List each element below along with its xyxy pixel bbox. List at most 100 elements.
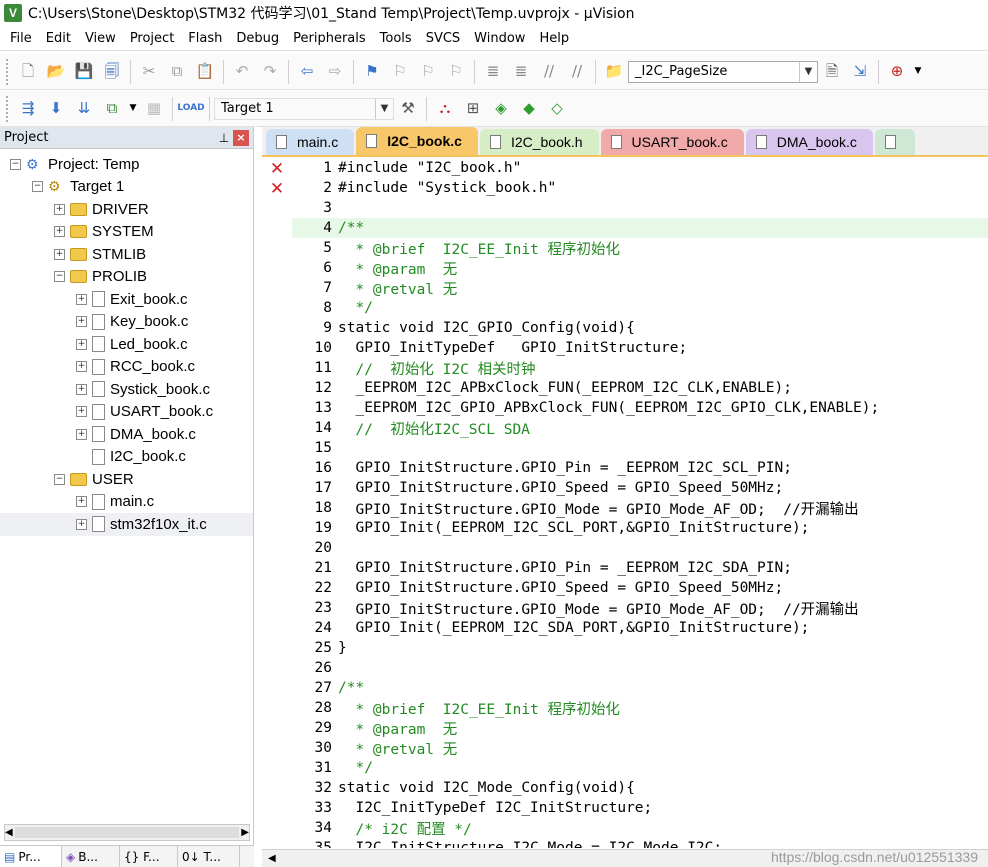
code-line[interactable]: 3 bbox=[292, 198, 988, 218]
code-line[interactable]: 21 GPIO_InitStructure.GPIO_Pin = _EEPROM… bbox=[292, 558, 988, 578]
scrollbar-thumb[interactable] bbox=[14, 827, 240, 838]
chevron-down-icon[interactable]: ▼ bbox=[799, 61, 817, 82]
error-marker-icon[interactable]: ✕ bbox=[269, 181, 285, 198]
tree-item[interactable]: − ⚙ Project: Temp bbox=[0, 153, 253, 176]
code-line[interactable]: 35 I2C_InitStructure.I2C_Mode = I2C_Mode… bbox=[292, 838, 988, 848]
code-line[interactable]: 23 GPIO_InitStructure.GPIO_Mode = GPIO_M… bbox=[292, 598, 988, 618]
code-line[interactable]: 33 I2C_InitTypeDef I2C_InitStructure; bbox=[292, 798, 988, 818]
expand-toggle-icon[interactable]: + bbox=[76, 316, 87, 328]
target-options-icon[interactable]: ⚒ bbox=[396, 97, 420, 121]
expand-toggle-icon[interactable]: + bbox=[54, 226, 65, 238]
navigate-forward-icon[interactable]: ⇨ bbox=[323, 60, 347, 84]
tree-item[interactable]: + DRIVER bbox=[0, 198, 253, 221]
manage-multi-project-icon[interactable]: ⊞ bbox=[461, 97, 485, 121]
manage-components-icon[interactable]: ◈ bbox=[489, 97, 513, 121]
dropdown-arrow-icon[interactable]: ▼ bbox=[913, 60, 923, 84]
new-file-icon[interactable]: 🗋 bbox=[16, 60, 40, 84]
file-extensions-icon[interactable]: ⛬ bbox=[433, 97, 457, 121]
find-in-files-icon[interactable]: 📁 bbox=[602, 60, 626, 84]
menu-file[interactable]: File bbox=[3, 31, 39, 46]
code-line[interactable]: 4 /** bbox=[292, 218, 988, 238]
copy-icon[interactable]: ⧉ bbox=[165, 60, 189, 84]
code-line[interactable]: 12 _EEPROM_I2C_APBxClock_FUN(_EEPROM_I2C… bbox=[292, 378, 988, 398]
menu-view[interactable]: View bbox=[78, 31, 123, 46]
menu-flash[interactable]: Flash bbox=[181, 31, 229, 46]
error-marker-icon[interactable]: ✕ bbox=[269, 161, 285, 178]
code-line[interactable]: 10 GPIO_InitTypeDef GPIO_InitStructure; bbox=[292, 338, 988, 358]
target-combo[interactable]: Target 1 ▼ bbox=[214, 97, 394, 120]
code-line[interactable]: 27 /** bbox=[292, 678, 988, 698]
code-line[interactable]: 19 GPIO_Init(_EEPROM_I2C_SCL_PORT,&GPIO_… bbox=[292, 518, 988, 538]
tree-item[interactable]: + main.c bbox=[0, 491, 253, 514]
select-packs-icon[interactable]: ◆ bbox=[517, 97, 541, 121]
editor-tab[interactable] bbox=[874, 129, 915, 155]
scroll-right-icon[interactable]: ▶ bbox=[241, 827, 249, 838]
find-icon[interactable]: 🗎 bbox=[820, 60, 844, 84]
code-line[interactable]: 26 bbox=[292, 658, 988, 678]
code-line[interactable]: 34 /* i2C 配置 */ bbox=[292, 818, 988, 838]
expand-toggle-icon[interactable]: + bbox=[76, 406, 87, 418]
tab-project[interactable]: ▤ Pr... bbox=[0, 846, 62, 867]
prev-bookmark-icon[interactable]: ⚐ bbox=[388, 60, 412, 84]
code-line[interactable]: 20 bbox=[292, 538, 988, 558]
menu-help[interactable]: Help bbox=[532, 31, 576, 46]
code-line[interactable]: 2 #include "Systick_book.h" bbox=[292, 178, 988, 198]
code-view[interactable]: 1 #include "I2C_book.h" 2 #include "Systick… bbox=[292, 158, 988, 848]
expand-toggle-icon[interactable]: + bbox=[54, 248, 65, 260]
expand-toggle-icon[interactable]: + bbox=[76, 496, 87, 508]
editor-tab[interactable]: USART_book.c bbox=[600, 129, 744, 155]
expand-toggle-icon[interactable]: + bbox=[76, 293, 87, 305]
tree-item[interactable]: + USART_book.c bbox=[0, 401, 253, 424]
expand-toggle-icon[interactable]: − bbox=[10, 158, 21, 170]
code-line[interactable]: 18 GPIO_InitStructure.GPIO_Mode = GPIO_M… bbox=[292, 498, 988, 518]
find-combo[interactable]: _I2C_PageSize ▼ bbox=[628, 60, 818, 83]
menu-debug[interactable]: Debug bbox=[229, 31, 286, 46]
navigate-back-icon[interactable]: ⇦ bbox=[295, 60, 319, 84]
menu-svcs[interactable]: SVCS bbox=[419, 31, 467, 46]
editor-tab[interactable]: I2C_book.c bbox=[356, 127, 478, 155]
tab-templates[interactable]: 0↓ T... bbox=[178, 846, 240, 867]
chevron-down-icon[interactable]: ▼ bbox=[375, 98, 393, 119]
code-line[interactable]: 1 #include "I2C_book.h" bbox=[292, 158, 988, 178]
rebuild-icon[interactable]: ⇊ bbox=[72, 97, 96, 121]
paste-icon[interactable]: 📋 bbox=[193, 60, 217, 84]
editor-tab[interactable]: I2C_book.h bbox=[479, 129, 599, 155]
load-flash-icon[interactable]: LOAD bbox=[177, 97, 204, 121]
expand-toggle-icon[interactable]: + bbox=[76, 518, 87, 530]
menu-peripherals[interactable]: Peripherals bbox=[286, 31, 373, 46]
code-line[interactable]: 7 * @retval 无 bbox=[292, 278, 988, 298]
menu-tools[interactable]: Tools bbox=[373, 31, 419, 46]
tree-item[interactable]: + DMA_book.c bbox=[0, 423, 253, 446]
open-folder-icon[interactable]: 📂 bbox=[44, 60, 68, 84]
tree-item[interactable]: + stm32f10x_it.c bbox=[0, 513, 253, 536]
build-icon[interactable]: ⬇ bbox=[44, 97, 68, 121]
editor-gutter[interactable]: ✕ ✕ bbox=[262, 159, 292, 849]
save-all-icon[interactable]: 🗐 bbox=[100, 60, 124, 84]
redo-icon[interactable]: ↷ bbox=[258, 60, 282, 84]
scroll-left-icon[interactable]: ◀ bbox=[5, 827, 13, 838]
code-line[interactable]: 14 // 初始化I2C_SCL SDA bbox=[292, 418, 988, 438]
code-line[interactable]: 30 * @retval 无 bbox=[292, 738, 988, 758]
horizontal-scrollbar[interactable]: ◀ ▶ bbox=[4, 824, 250, 841]
code-line[interactable]: 29 * @param 无 bbox=[292, 718, 988, 738]
expand-toggle-icon[interactable]: + bbox=[54, 203, 65, 215]
code-line[interactable]: 11 // 初始化 I2C 相关时钟 bbox=[292, 358, 988, 378]
code-line[interactable]: 9 static void I2C_GPIO_Config(void){ bbox=[292, 318, 988, 338]
scroll-left-icon[interactable]: ◀ bbox=[268, 853, 276, 864]
editor-tab[interactable]: main.c bbox=[266, 129, 355, 155]
code-line[interactable]: 32 static void I2C_Mode_Config(void){ bbox=[292, 778, 988, 798]
expand-toggle-icon[interactable]: − bbox=[32, 181, 43, 193]
uncomment-icon[interactable]: // bbox=[565, 60, 589, 84]
dropdown-arrow-icon[interactable]: ▼ bbox=[128, 97, 138, 121]
tree-item[interactable]: + Systick_book.c bbox=[0, 378, 253, 401]
expand-toggle-icon[interactable]: + bbox=[76, 361, 87, 373]
code-line[interactable]: 31 */ bbox=[292, 758, 988, 778]
code-line[interactable]: 15 bbox=[292, 438, 988, 458]
code-line[interactable]: 16 GPIO_InitStructure.GPIO_Pin = _EEPROM… bbox=[292, 458, 988, 478]
expand-toggle-icon[interactable]: − bbox=[54, 473, 65, 485]
code-line[interactable]: 28 * @brief I2C_EE_Init 程序初始化 bbox=[292, 698, 988, 718]
toolbar-grip[interactable] bbox=[6, 58, 10, 85]
expand-toggle-icon[interactable]: + bbox=[76, 428, 87, 440]
incremental-find-icon[interactable]: ⇲ bbox=[848, 60, 872, 84]
clear-bookmarks-icon[interactable]: ⚐ bbox=[444, 60, 468, 84]
